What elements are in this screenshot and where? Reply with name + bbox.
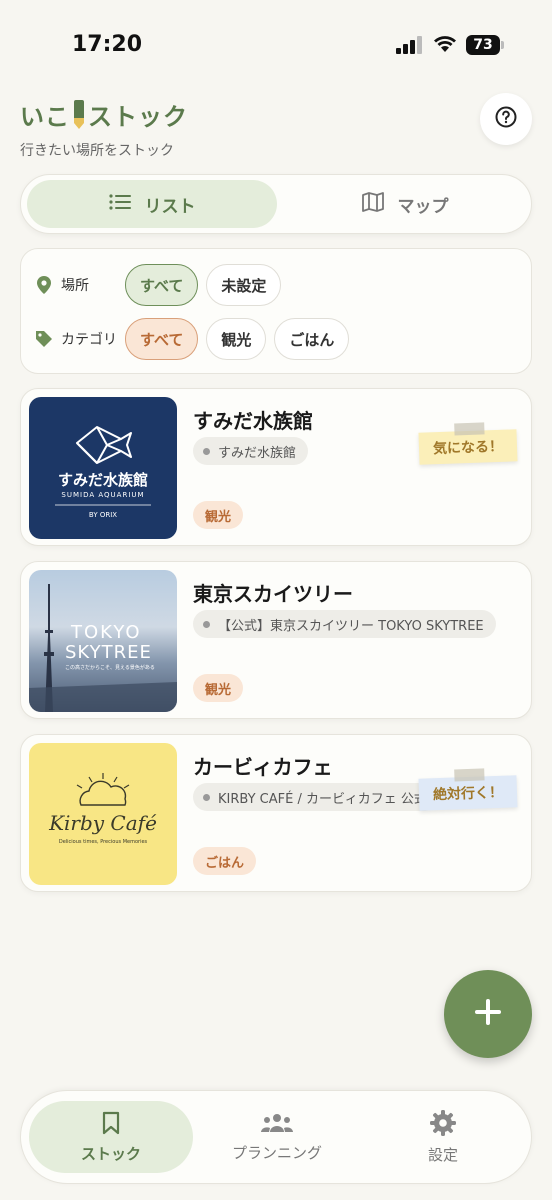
location-chip-unset[interactable]: 未設定 <box>206 264 282 306</box>
spot-title: カービィカフェ <box>193 755 333 779</box>
sticky-note-tag: 絶対行く！ <box>418 768 518 811</box>
thumb-subtitle: SUMIDA AQUARIUM <box>61 491 145 499</box>
bookmark-icon <box>101 1111 121 1139</box>
map-icon <box>361 191 384 217</box>
sticky-note-text: 気になる！ <box>432 438 504 458</box>
thumb-caption: この高さだからこそ、見える景色がある <box>65 665 155 671</box>
list-icon <box>108 193 131 216</box>
spot-thumbnail: すみだ水族館 SUMIDA AQUARIUM BY ORIX <box>29 397 177 539</box>
tab-stock[interactable]: ストック <box>29 1101 193 1173</box>
status-bar: 17:20 73 <box>0 0 552 90</box>
filter-panel: 場所 すべて 未設定 カテゴリ すべて 観光 ごはん <box>20 248 532 374</box>
place-dot-icon <box>203 447 210 455</box>
spot-place-text: 【公式】東京スカイツリー TOKYO SKYTREE <box>218 618 484 634</box>
spot-title: 東京スカイツリー <box>193 582 353 606</box>
location-chip-all[interactable]: すべて <box>125 264 199 306</box>
category-filter-label: カテゴリ <box>61 332 117 348</box>
wifi-icon <box>432 34 458 54</box>
spot-title: すみだ水族館 <box>193 409 313 433</box>
category-filter-row: カテゴリ すべて 観光 ごはん <box>35 317 357 361</box>
category-chip-sightseeing[interactable]: 観光 <box>206 318 267 360</box>
location-filter-label: 場所 <box>61 278 89 294</box>
spot-place-text: KIRBY CAFÉ / カービィカフェ 公式 <box>218 791 427 807</box>
tape-decoration <box>454 768 485 782</box>
location-filter-row: 場所 すべて 未設定 <box>35 263 289 307</box>
tag-icon <box>35 329 53 349</box>
battery-icon: 73 <box>466 35 504 55</box>
thumb-title: すみだ水族館 <box>57 471 148 489</box>
thumb-title: TOKYO <box>71 622 142 643</box>
help-button[interactable] <box>480 93 532 145</box>
tab-planning-label: プランニング <box>231 1143 322 1162</box>
spot-category-badge: 観光 <box>193 674 244 702</box>
spot-card[interactable]: Kirby Café Delicious times, Precious Mem… <box>20 734 532 892</box>
signal-icon <box>396 36 426 54</box>
tab-map-label: マップ <box>397 196 449 217</box>
battery-level: 73 <box>466 35 500 55</box>
spot-category-badge: 観光 <box>193 501 244 529</box>
logo-text-right: ストック <box>88 102 188 131</box>
tab-map[interactable]: マップ <box>283 180 527 228</box>
sticky-note-text: 絶対行く！ <box>432 784 504 804</box>
status-time: 17:20 <box>72 32 143 57</box>
spot-place: KIRBY CAFÉ / カービィカフェ 公式 <box>193 783 439 811</box>
category-chip-food[interactable]: ごはん <box>274 318 350 360</box>
tape-decoration <box>454 422 485 436</box>
place-dot-icon <box>203 793 210 801</box>
sticky-note-tag: 気になる！ <box>418 422 518 465</box>
tab-settings-label: 設定 <box>427 1145 458 1164</box>
thumb-subtitle: SKYTREE <box>65 642 152 663</box>
plus-icon <box>473 997 503 1031</box>
app-subtitle: 行きたい場所をストック <box>20 143 174 159</box>
bottom-tab-bar: ストック プランニング 設定 <box>20 1090 532 1184</box>
spot-card[interactable]: TOKYO SKYTREE この高さだからこそ、見える景色がある 東京スカイツリ… <box>20 561 532 719</box>
spot-place: 【公式】東京スカイツリー TOKYO SKYTREE <box>193 610 496 638</box>
tab-planning[interactable]: プランニング <box>195 1101 359 1173</box>
spot-thumbnail: TOKYO SKYTREE この高さだからこそ、見える景色がある <box>29 570 177 712</box>
tab-stock-label: ストック <box>80 1144 141 1163</box>
thumb-brand: BY ORIX <box>88 511 118 519</box>
tab-list[interactable]: リスト <box>27 180 277 228</box>
spot-category-badge: ごはん <box>193 847 257 875</box>
thumb-subtitle: Delicious times, Precious Memories <box>58 839 148 845</box>
tab-list-label: リスト <box>144 196 196 217</box>
spot-card[interactable]: すみだ水族館 SUMIDA AQUARIUM BY ORIX すみだ水族館 すみ… <box>20 388 532 546</box>
place-dot-icon <box>203 620 210 628</box>
thumb-title: Kirby Café <box>49 811 157 835</box>
spot-thumbnail: Kirby Café Delicious times, Precious Mem… <box>29 743 177 885</box>
location-pin-icon <box>35 275 53 295</box>
logo-text-left: いこ <box>20 102 70 131</box>
category-chip-all[interactable]: すべて <box>125 318 199 360</box>
question-circle-icon <box>495 106 517 132</box>
app-logo: いこ ストック <box>20 96 188 132</box>
tab-settings[interactable]: 設定 <box>361 1101 525 1173</box>
add-spot-button[interactable] <box>444 970 532 1058</box>
spot-place: すみだ水族館 <box>193 437 309 465</box>
view-toggle: リスト マップ <box>20 174 532 234</box>
people-icon <box>261 1112 293 1138</box>
pencil-mark-icon <box>72 98 86 130</box>
gear-icon <box>430 1109 456 1140</box>
spot-place-text: すみだ水族館 <box>218 445 297 461</box>
